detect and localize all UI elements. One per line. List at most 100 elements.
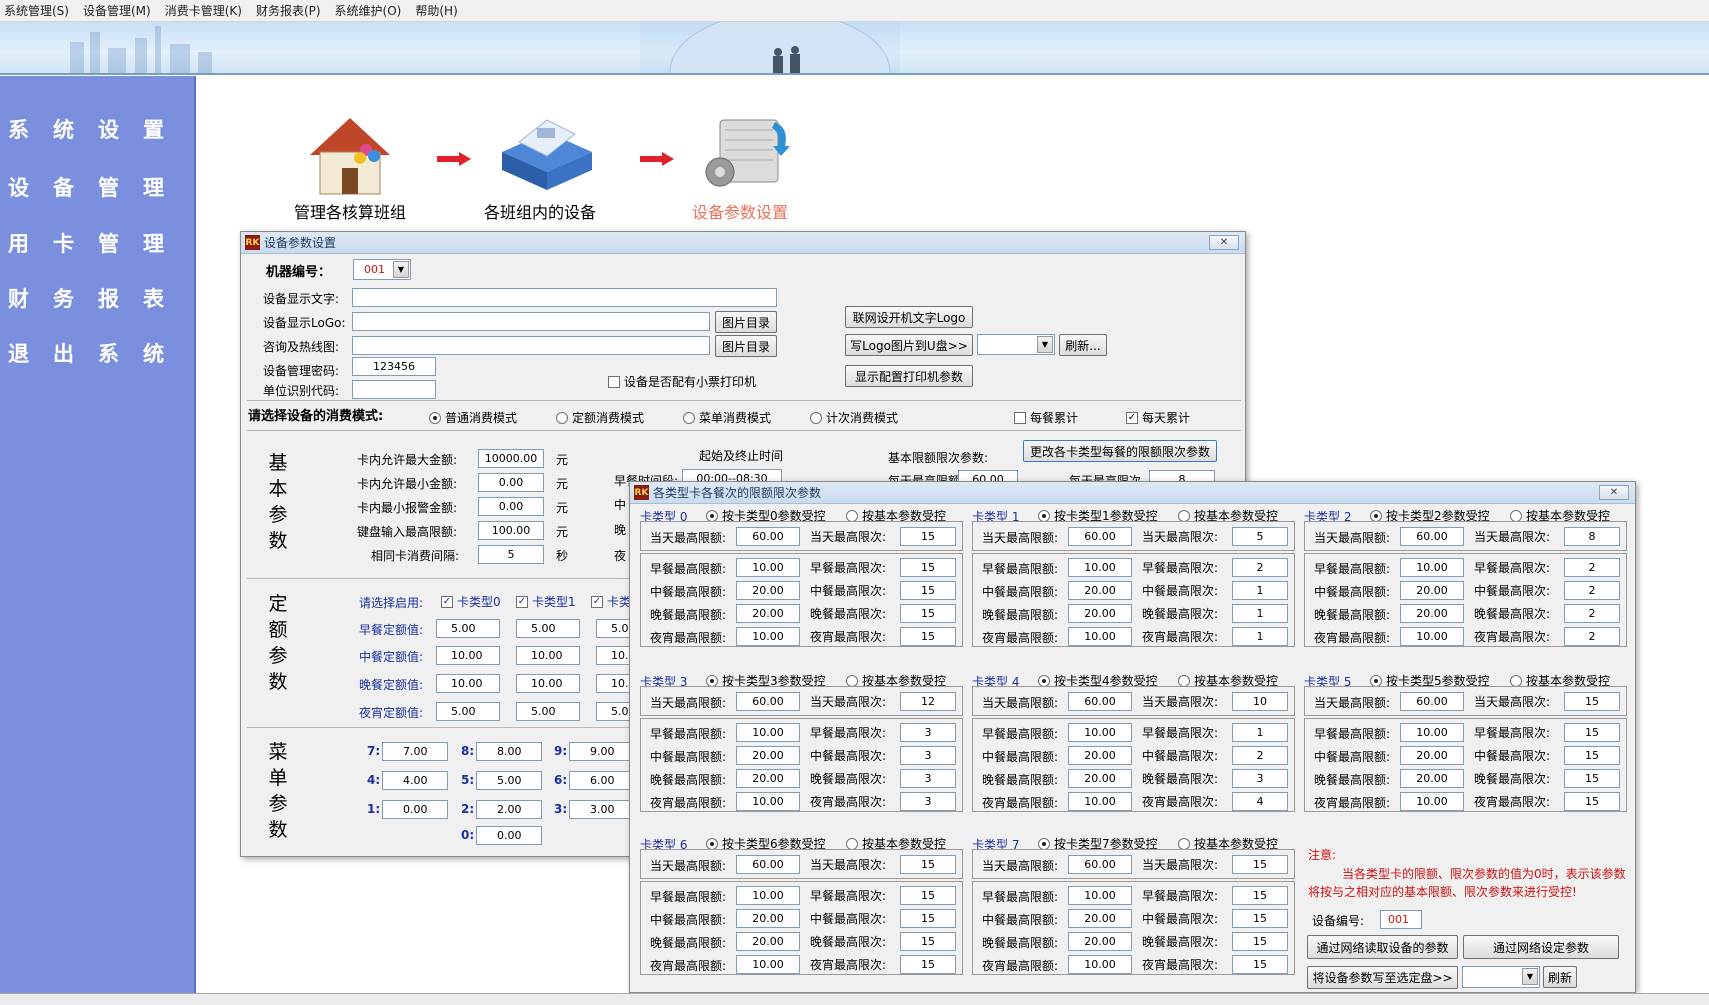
radio-icon[interactable] [706, 509, 718, 522]
refresh-button[interactable]: 刷新 [1543, 966, 1577, 988]
count-input[interactable]: 15 [1232, 886, 1288, 905]
amount-input[interactable]: 60.00 [1400, 692, 1464, 711]
amount-input[interactable]: 20.00 [736, 769, 800, 788]
password-input[interactable]: 123456 [352, 357, 436, 376]
amount-input[interactable]: 10.00 [736, 955, 800, 974]
amount-input[interactable]: 10.00 [1068, 627, 1132, 646]
count-input[interactable]: 15 [900, 604, 956, 623]
enable-card1-checkbox[interactable]: ✓ 卡类型1 [516, 593, 576, 610]
menu-value-input[interactable]: 3.00 [569, 800, 635, 819]
count-input[interactable]: 2 [1564, 627, 1620, 646]
amount-input[interactable]: 10.00 [1068, 955, 1132, 974]
fixed-value-input[interactable]: 10.00 [516, 646, 580, 665]
count-input[interactable]: 15 [1564, 769, 1620, 788]
amount-input[interactable]: 60.00 [736, 527, 800, 546]
count-input[interactable]: 15 [900, 527, 956, 546]
amount-input[interactable]: 60.00 [736, 855, 800, 874]
fixed-value-input[interactable]: 5.00 [436, 619, 500, 638]
per-day-checkbox[interactable]: ✓ 每天累计 [1126, 409, 1190, 426]
amount-input[interactable]: 10.00 [1068, 792, 1132, 811]
image-dir-button[interactable]: 图片目录 [715, 311, 777, 333]
alarm-input[interactable]: 0.00 [478, 497, 544, 516]
checkbox-icon[interactable] [1014, 411, 1026, 424]
flow-step-groups[interactable]: 管理各核算班组 [270, 199, 430, 223]
count-input[interactable]: 3 [900, 792, 956, 811]
amount-input[interactable]: 10.00 [1068, 723, 1132, 742]
set-params-button[interactable]: 通过网络设定参数 [1463, 935, 1619, 959]
menu-maintenance[interactable]: 系统维护(O) [335, 2, 402, 19]
count-input[interactable]: 15 [1232, 855, 1288, 874]
flow-step-devices[interactable]: 各班组内的设备 [460, 199, 620, 223]
printer-checkbox[interactable]: 设备是否配有小票打印机 [608, 373, 756, 390]
amount-input[interactable]: 20.00 [736, 746, 800, 765]
max-amount-input[interactable]: 10000.00 [478, 449, 544, 468]
count-input[interactable]: 1 [1232, 581, 1288, 600]
min-amount-input[interactable]: 0.00 [478, 473, 544, 492]
logo-input[interactable] [352, 312, 710, 331]
amount-input[interactable]: 60.00 [1400, 527, 1464, 546]
fixed-value-input[interactable]: 5.00 [436, 702, 500, 721]
interval-input[interactable]: 5 [478, 545, 544, 564]
radio-icon[interactable] [1038, 509, 1050, 522]
amount-input[interactable]: 20.00 [1068, 604, 1132, 623]
drive-select[interactable]: ▼ [977, 334, 1055, 355]
amount-input[interactable]: 20.00 [736, 932, 800, 951]
count-input[interactable]: 15 [900, 909, 956, 928]
radio-icon[interactable] [429, 411, 441, 424]
drive-select[interactable]: ▼ [1462, 966, 1540, 988]
count-input[interactable]: 8 [1564, 527, 1620, 546]
radio-icon[interactable] [1370, 509, 1382, 522]
house-icon[interactable] [300, 110, 395, 203]
checkbox-checked-icon[interactable]: ✓ [441, 595, 453, 608]
amount-input[interactable]: 10.00 [736, 627, 800, 646]
count-input[interactable]: 15 [900, 932, 956, 951]
menu-finance[interactable]: 财务报表(P) [256, 2, 321, 19]
count-input[interactable]: 15 [1564, 792, 1620, 811]
count-input[interactable]: 15 [1564, 723, 1620, 742]
printer-config-button[interactable]: 显示配置打印机参数 [845, 365, 973, 387]
amount-input[interactable]: 60.00 [1068, 527, 1132, 546]
checkbox-checked-icon[interactable]: ✓ [591, 595, 603, 608]
write-params-button[interactable]: 将设备参数写至选定盘>> [1307, 966, 1458, 989]
radio-icon[interactable] [1370, 674, 1382, 687]
amount-input[interactable]: 20.00 [1068, 746, 1132, 765]
count-input[interactable]: 1 [1232, 627, 1288, 646]
fixed-value-input[interactable]: 10.00 [516, 674, 580, 693]
radio-icon[interactable] [1510, 509, 1522, 522]
amount-input[interactable]: 10.00 [1400, 723, 1464, 742]
count-input[interactable]: 1 [1232, 723, 1288, 742]
sidebar-item-system-settings[interactable]: 系统设置 [0, 114, 196, 144]
count-input[interactable]: 15 [900, 855, 956, 874]
fixed-value-input[interactable]: 5.00 [516, 702, 580, 721]
chevron-down-icon[interactable]: ▼ [1037, 336, 1053, 353]
radio-icon[interactable] [556, 411, 568, 424]
net-logo-button[interactable]: 联网设开机文字Logo [845, 306, 973, 328]
sidebar-item-finance-reports[interactable]: 财务报表 [0, 283, 196, 313]
count-input[interactable]: 15 [1232, 909, 1288, 928]
amount-input[interactable]: 20.00 [1068, 909, 1132, 928]
radio-icon[interactable] [1178, 837, 1190, 850]
radio-icon[interactable] [706, 837, 718, 850]
count-input[interactable]: 15 [1232, 932, 1288, 951]
count-input[interactable]: 15 [1564, 692, 1620, 711]
image-dir-button-2[interactable]: 图片目录 [715, 335, 777, 357]
count-input[interactable]: 5 [1232, 527, 1288, 546]
amount-input[interactable]: 60.00 [736, 692, 800, 711]
amount-input[interactable]: 10.00 [1068, 558, 1132, 577]
menu-value-input[interactable]: 7.00 [382, 742, 448, 761]
change-limits-button[interactable]: 更改各卡类型每餐的限额限次参数 [1023, 440, 1217, 462]
radio-icon[interactable] [1178, 674, 1190, 687]
settings-gear-icon[interactable] [695, 112, 795, 200]
write-logo-button[interactable]: 写Logo图片到U盘>> [845, 334, 973, 356]
mode-count-radio[interactable]: 计次消费模式 [810, 409, 898, 426]
menu-device[interactable]: 设备管理(M) [83, 2, 151, 19]
radio-icon[interactable] [1038, 674, 1050, 687]
amount-input[interactable]: 10.00 [736, 792, 800, 811]
mode-fixed-radio[interactable]: 定额消费模式 [556, 409, 644, 426]
chevron-down-icon[interactable]: ▼ [1522, 968, 1538, 985]
menu-value-input[interactable]: 9.00 [569, 742, 635, 761]
amount-input[interactable]: 20.00 [1400, 581, 1464, 600]
count-input[interactable]: 15 [900, 886, 956, 905]
count-input[interactable]: 12 [900, 692, 956, 711]
amount-input[interactable]: 20.00 [1400, 604, 1464, 623]
